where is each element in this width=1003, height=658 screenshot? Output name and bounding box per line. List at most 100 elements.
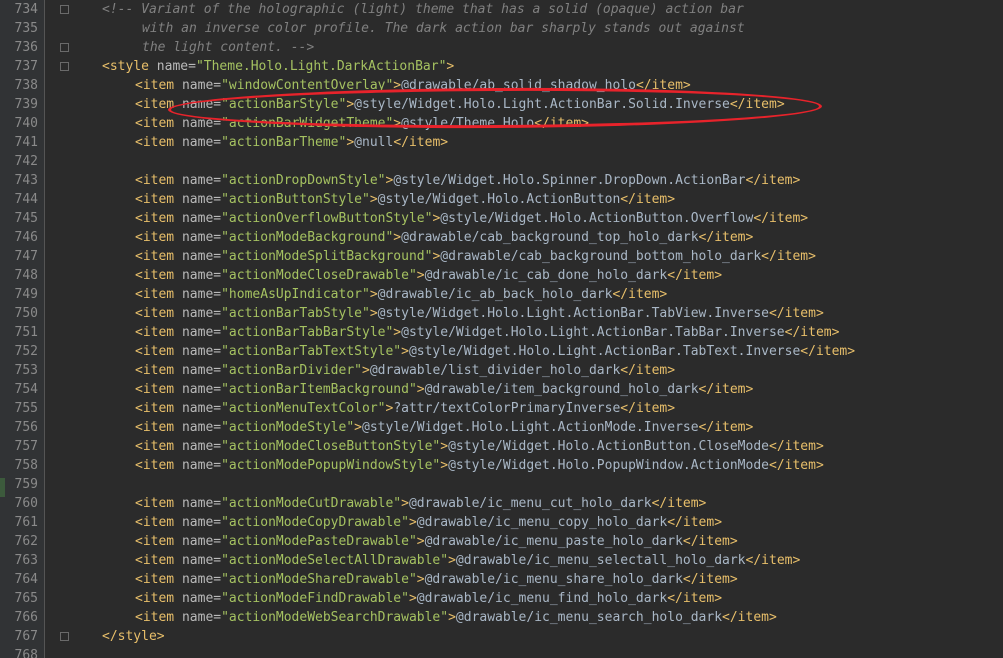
code-line[interactable]: 756 <item name="actionModeStyle">@style/W… (0, 418, 1003, 437)
code-line[interactable]: 744 <item name="actionButtonStyle">@style… (0, 190, 1003, 209)
token: </item> (745, 553, 801, 568)
fold-toggle-icon[interactable] (60, 62, 69, 71)
code-line[interactable]: 747 <item name="actionModeSplitBackground… (0, 247, 1003, 266)
token: </item> (667, 591, 723, 606)
code-line[interactable]: 757 <item name="actionModeCloseButtonStyl… (0, 437, 1003, 456)
token: </item> (620, 192, 676, 207)
token: @style/Theme.Holo (401, 116, 535, 131)
code-line[interactable]: 759 (0, 475, 1003, 494)
code-line[interactable]: 765 <item name="actionModeFindDrawable">@… (0, 589, 1003, 608)
code-text: <item name="actionBarTabTextStyle">@styl… (135, 342, 855, 361)
token: <item (135, 534, 175, 549)
token: name= (174, 610, 222, 625)
code-text: with an inverse color profile. The dark … (142, 19, 745, 38)
code-line[interactable]: 749 <item name="homeAsUpIndicator">@drawa… (0, 285, 1003, 304)
code-text: </style> (102, 627, 165, 646)
line-number: 756 (14, 420, 38, 435)
token: "actionBarDivider" (221, 363, 362, 378)
token: <item (135, 515, 175, 530)
token: @drawable/ic_ab_back_holo_dark (377, 287, 613, 302)
token: > (440, 439, 449, 454)
token: @drawable/item_background_holo_dark (424, 382, 699, 397)
code-line[interactable]: 751 <item name="actionBarTabBarStyle">@st… (0, 323, 1003, 342)
code-line[interactable]: 745 <item name="actionOverflowButtonStyle… (0, 209, 1003, 228)
token: @drawable/ab_solid_shadow_holo (401, 78, 636, 93)
code-line[interactable]: 763 <item name="actionModeSelectAllDrawab… (0, 551, 1003, 570)
token: @drawable/ic_menu_copy_holo_dark (416, 515, 668, 530)
code-text: <item name="actionBarTabBarStyle">@style… (135, 323, 839, 342)
token: "actionModeCutDrawable" (221, 496, 402, 511)
code-line[interactable]: 748 <item name="actionModeCloseDrawable">… (0, 266, 1003, 285)
code-editor[interactable]: 734 <!-- Variant of the holographic (ligh… (0, 0, 1003, 658)
token: </item> (667, 515, 723, 530)
line-number: 757 (14, 439, 38, 454)
token: "actionModeBackground" (221, 230, 394, 245)
code-text: <item name="actionDropDownStyle">@style/… (135, 171, 800, 190)
line-number: 752 (14, 344, 38, 359)
token: name= (174, 192, 222, 207)
token: > (448, 553, 456, 568)
code-text: <item name="actionModeSplitBackground">@… (135, 247, 816, 266)
token: <item (135, 78, 175, 93)
code-line[interactable]: 737 <style name="Theme.Holo.Light.DarkAct… (0, 57, 1003, 76)
code-line[interactable]: 752 <item name="actionBarTabTextStyle">@s… (0, 342, 1003, 361)
code-line[interactable]: 741 <item name="actionBarTheme">@null</it… (0, 133, 1003, 152)
code-line[interactable]: 761 <item name="actionModeCopyDrawable">@… (0, 513, 1003, 532)
token: "actionBarTheme" (221, 135, 347, 150)
token: <item (135, 211, 175, 226)
code-line[interactable]: 768 (0, 646, 1003, 658)
fold-toggle-icon[interactable] (60, 5, 69, 14)
code-line[interactable]: 742 (0, 152, 1003, 171)
code-line[interactable]: 739 <item name="actionBarStyle">@style/Wi… (0, 95, 1003, 114)
code-line[interactable]: 753 <item name="actionBarDivider">@drawab… (0, 361, 1003, 380)
token: the light content. --> (142, 40, 315, 55)
token: > (369, 192, 378, 207)
token: @drawable/ic_menu_search_holo_dark (455, 610, 723, 625)
token: @drawable/cab_background_top_holo_dark (401, 230, 699, 245)
code-line[interactable]: 736 the light content. --> (0, 38, 1003, 57)
token: @drawable/list_divider_holo_dark (369, 363, 621, 378)
code-line[interactable]: 738 <item name="windowContentOverlay">@dr… (0, 76, 1003, 95)
code-line[interactable]: 758 <item name="actionModePopupWindowStyl… (0, 456, 1003, 475)
code-line[interactable]: 734 <!-- Variant of the holographic (ligh… (0, 0, 1003, 19)
code-line[interactable]: 760 <item name="actionModeCutDrawable">@d… (0, 494, 1003, 513)
fold-toggle-icon[interactable] (60, 43, 69, 52)
code-line[interactable]: 743 <item name="actionDropDownStyle">@sty… (0, 171, 1003, 190)
token: </item> (698, 230, 754, 245)
token: ?attr/textColorPrimaryInverse (393, 401, 621, 416)
code-lines[interactable]: 734 <!-- Variant of the holographic (ligh… (0, 0, 1003, 658)
token: "actionBarTabBarStyle" (221, 325, 394, 340)
code-line[interactable]: 766 <item name="actionModeWebSearchDrawab… (0, 608, 1003, 627)
line-number: 737 (14, 59, 38, 74)
line-number: 744 (14, 192, 38, 207)
token: <item (135, 382, 175, 397)
code-line[interactable]: 767 </style> (0, 627, 1003, 646)
code-line[interactable]: 754 <item name="actionBarItemBackground">… (0, 380, 1003, 399)
token: "actionMenuTextColor" (221, 401, 386, 416)
token: @drawable/ic_menu_paste_holo_dark (424, 534, 683, 549)
code-line[interactable]: 764 <item name="actionModeShareDrawable">… (0, 570, 1003, 589)
token: name= (174, 78, 222, 93)
fold-toggle-icon[interactable] (60, 632, 69, 641)
code-line[interactable]: 746 <item name="actionModeBackground">@dr… (0, 228, 1003, 247)
token: @style/Widget.Holo.Light.ActionBar.TabBa… (401, 325, 785, 340)
code-line[interactable]: 750 <item name="actionBarTabStyle">@style… (0, 304, 1003, 323)
token: > (393, 230, 402, 245)
line-number: 743 (14, 173, 38, 188)
code-text: <item name="actionModeSelectAllDrawable"… (135, 551, 800, 570)
token: name= (174, 268, 222, 283)
token: > (346, 97, 355, 112)
code-line[interactable]: 740 <item name="actionBarWidgetTheme">@st… (0, 114, 1003, 133)
token: @style/Widget.Holo.ActionButton (377, 192, 621, 207)
line-number: 749 (14, 287, 38, 302)
code-line[interactable]: 755 <item name="actionMenuTextColor">?att… (0, 399, 1003, 418)
line-number: 748 (14, 268, 38, 283)
code-line[interactable]: 762 <item name="actionModePasteDrawable">… (0, 532, 1003, 551)
line-number: 763 (14, 553, 38, 568)
token: "actionBarWidgetTheme" (221, 116, 394, 131)
token: <item (135, 230, 175, 245)
code-line[interactable]: 735 with an inverse color profile. The da… (0, 19, 1003, 38)
token: <item (135, 420, 175, 435)
token: "actionOverflowButtonStyle" (221, 211, 433, 226)
line-number: 751 (14, 325, 38, 340)
